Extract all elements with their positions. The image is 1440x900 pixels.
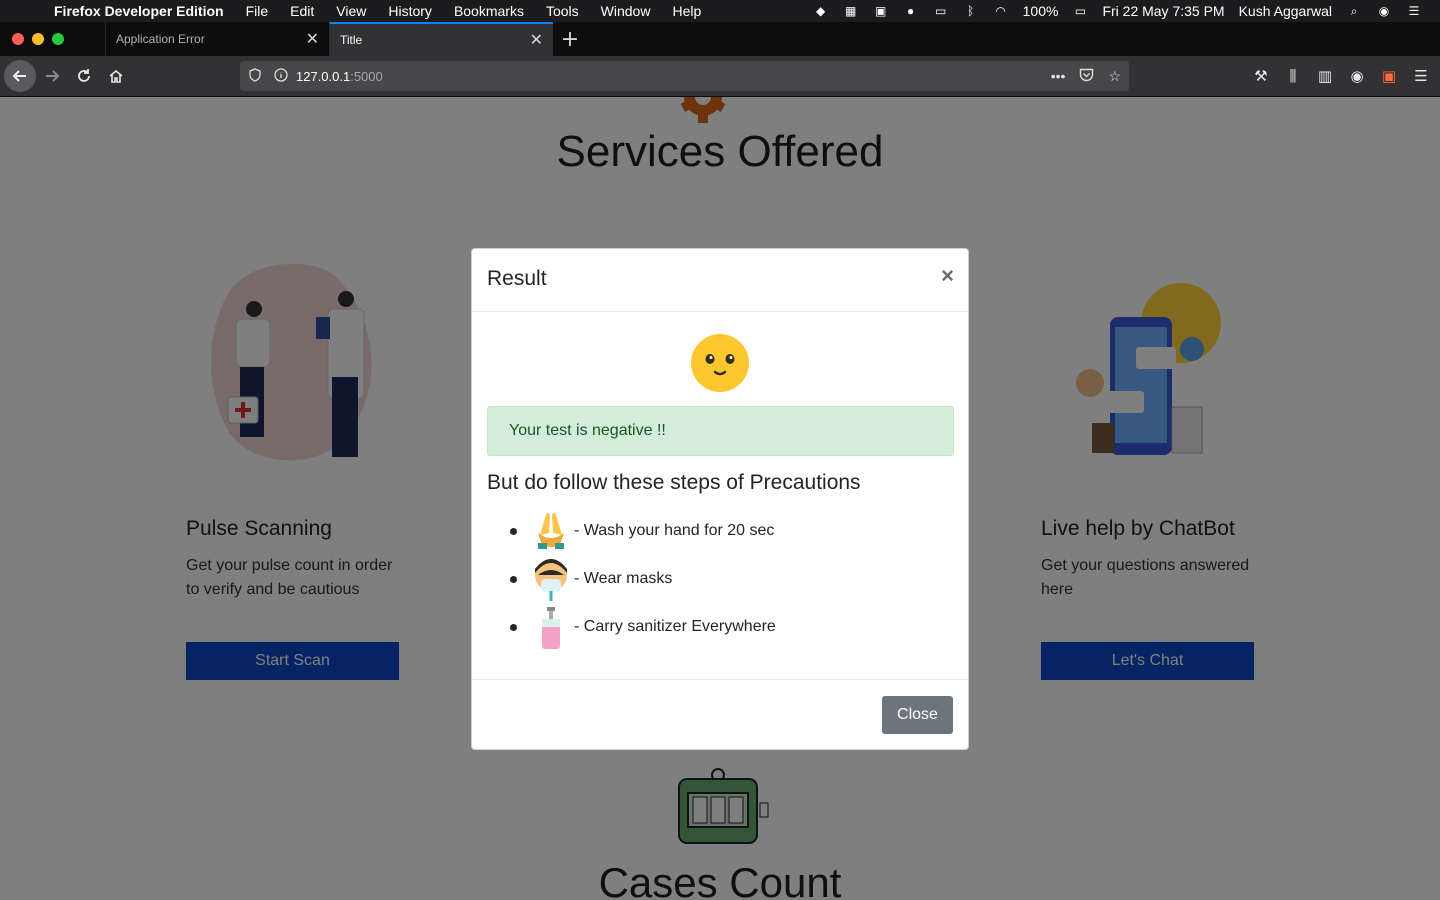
user-name[interactable]: Kush Aggarwal [1239,3,1332,19]
hand-wash-icon [538,513,564,549]
tracking-shield-icon[interactable] [248,67,262,85]
menu-window[interactable]: Window [601,3,651,19]
bullet [510,575,517,583]
precautions-heading: But do follow these steps of Precautions [487,471,861,494]
bookmark-star-icon[interactable]: ☆ [1108,68,1121,85]
bullet [510,527,517,535]
close-icon[interactable]: × [941,263,954,289]
precaution-text: - Wear masks [574,570,673,587]
battery-percent: 100% [1022,3,1059,19]
list-item: - Wash your hand for 20 sec [510,507,950,555]
tab-label: Application Error [116,32,205,46]
menu-history[interactable]: History [388,3,432,19]
tab-application-error[interactable]: Application Error ✕ [105,22,329,56]
url-host: 127.0.0.1 [296,68,351,84]
url-bar[interactable]: 127.0.0.1:5000 ••• ☆ [240,61,1129,91]
menu-bookmarks[interactable]: Bookmarks [454,3,524,19]
tab-label: Title [340,33,363,47]
smiley-icon [691,334,749,392]
tab-title[interactable]: Title ✕ [329,22,553,56]
url-port: :5000 [350,68,383,84]
page-actions-icon[interactable]: ••• [1051,68,1066,85]
home-icon[interactable] [100,60,132,92]
pocket-icon[interactable] [1079,68,1094,85]
bluetooth-icon[interactable]: ᛒ [963,4,979,18]
modal-footer: Close [472,679,968,749]
sidebar-icon[interactable]: ▥ [1314,60,1336,92]
new-tab-icon[interactable]: + [553,22,587,56]
wifi-icon[interactable]: ◠ [993,4,1009,18]
docker-icon[interactable]: ▦ [843,4,859,18]
window-controls [0,22,105,56]
sanitizer-icon [542,607,560,649]
zoom-window-button[interactable] [52,33,64,45]
result-modal: Result × Your test is negative !! But do… [471,248,969,750]
menu-file[interactable]: File [246,3,269,19]
mask-icon [535,559,567,601]
modal-header: Result × [472,249,968,312]
clock[interactable]: Fri 22 May 7:35 PM [1102,3,1224,19]
battery-icon[interactable]: ▭ [1072,4,1088,18]
menu-view[interactable]: View [336,3,366,19]
result-alert: Your test is negative !! [487,406,954,456]
reload-icon[interactable] [68,60,100,92]
extension-icon[interactable]: ▣ [1378,60,1400,92]
macos-menubar: Firefox Developer Edition File Edit View… [0,0,1440,22]
precaution-text: - Carry sanitizer Everywhere [574,618,776,635]
forward-arrow-icon[interactable] [36,60,68,92]
web-page: Services Offered Pulse Scanning Get your… [0,97,1440,900]
close-tab-icon[interactable]: ✕ [306,29,319,49]
bullet [510,623,517,631]
list-item: - Carry sanitizer Everywhere [510,603,950,651]
menubar-app-name[interactable]: Firefox Developer Edition [54,3,224,19]
elephant-icon[interactable]: ● [903,4,919,18]
spotlight-search-icon[interactable]: ⌕ [1346,4,1362,18]
menu-tools[interactable]: Tools [546,3,579,19]
menu-edit[interactable]: Edit [290,3,314,19]
back-arrow-icon[interactable] [4,60,36,92]
bookmark-app-icon[interactable]: ▣ [873,4,889,18]
precaution-text: - Wash your hand for 20 sec [574,522,775,539]
close-button[interactable]: Close [882,696,953,734]
close-window-button[interactable] [12,33,24,45]
list-item: - Wear masks [510,555,950,603]
close-tab-icon[interactable]: ✕ [530,30,543,50]
notification-center-icon[interactable]: ☰ [1406,4,1422,18]
minimize-window-button[interactable] [32,33,44,45]
site-info-icon[interactable] [274,67,288,85]
url-text[interactable]: 127.0.0.1:5000 [296,69,383,84]
navigation-bar: 127.0.0.1:5000 ••• ☆ ⚒ ⫼ ▥ ◉ ▣ ☰ [0,56,1440,97]
siri-icon[interactable]: ◉ [1376,4,1392,18]
airplay-icon[interactable]: ▭ [933,4,949,18]
hamburger-menu-icon[interactable]: ☰ [1410,60,1432,92]
account-icon[interactable]: ◉ [1346,60,1368,92]
precautions-list: - Wash your hand for 20 sec - Wear masks [510,507,950,651]
tab-bar: Application Error ✕ Title ✕ + [0,22,1440,56]
developer-tools-icon[interactable]: ⚒ [1250,60,1272,92]
library-icon[interactable]: ⫼ [1282,60,1304,92]
dropbox-icon[interactable]: ◆ [813,4,829,18]
modal-title: Result [487,267,547,290]
menu-help[interactable]: Help [672,3,701,19]
